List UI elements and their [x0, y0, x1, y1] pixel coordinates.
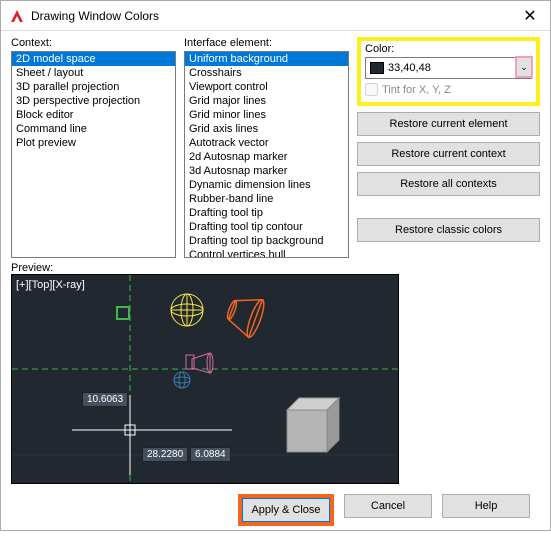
tint-checkbox[interactable] [365, 83, 378, 96]
tooltip-value: 10.6063 [82, 392, 128, 407]
list-item[interactable]: Drafting tool tip contour [185, 220, 348, 234]
tint-checkbox-row[interactable]: Tint for X, Y, Z [365, 83, 532, 96]
list-item[interactable]: Command line [12, 122, 175, 136]
list-item[interactable]: Sheet / layout [12, 66, 175, 80]
coord-x-value: 28.2280 [142, 447, 188, 462]
list-item[interactable]: 3D perspective projection [12, 94, 175, 108]
help-button[interactable]: Help [442, 494, 530, 518]
list-item[interactable]: Drafting tool tip background [185, 234, 348, 248]
color-picker[interactable]: 33,40,48 ⌄ [365, 57, 532, 79]
list-item[interactable]: Control vertices hull [185, 248, 348, 258]
close-icon[interactable]: ✕ [518, 6, 542, 26]
color-value: 33,40,48 [388, 62, 531, 74]
list-item[interactable]: Plot preview [12, 136, 175, 150]
context-column: Context: 2D model space Sheet / layout 3… [11, 37, 176, 258]
dialog-buttons: Apply & Close Cancel Help [11, 494, 540, 526]
tint-label: Tint for X, Y, Z [382, 84, 451, 96]
interface-column: Interface element: Uniform background Cr… [184, 37, 349, 258]
list-item[interactable]: Uniform background [185, 52, 348, 66]
interface-listbox[interactable]: Uniform background Crosshairs Viewport c… [184, 51, 349, 258]
list-item[interactable]: Autotrack vector [185, 136, 348, 150]
list-item[interactable]: Rubber-band line [185, 192, 348, 206]
restore-current-context-button[interactable]: Restore current context [357, 142, 540, 166]
window-title: Drawing Window Colors [31, 9, 518, 23]
list-item[interactable]: Grid major lines [185, 94, 348, 108]
list-item[interactable]: Drafting tool tip [185, 206, 348, 220]
cancel-button[interactable]: Cancel [344, 494, 432, 518]
list-item[interactable]: 3D parallel projection [12, 80, 175, 94]
list-item[interactable]: Crosshairs [185, 66, 348, 80]
restore-classic-colors-button[interactable]: Restore classic colors [357, 218, 540, 242]
apply-button-highlight: Apply & Close [238, 494, 334, 526]
interface-label: Interface element: [184, 37, 349, 49]
color-column: Color: 33,40,48 ⌄ Tint for X, Y, Z Resto… [357, 37, 540, 258]
restore-current-element-button[interactable]: Restore current element [357, 112, 540, 136]
color-label: Color: [365, 43, 532, 55]
list-item[interactable]: 2d Autosnap marker [185, 150, 348, 164]
color-swatch [370, 62, 384, 74]
titlebar: Drawing Window Colors ✕ [1, 1, 550, 31]
restore-all-contexts-button[interactable]: Restore all contexts [357, 172, 540, 196]
list-item[interactable]: Block editor [12, 108, 175, 122]
preview-label: Preview: [11, 262, 540, 274]
coord-y-value: 6.0884 [190, 447, 231, 462]
list-item[interactable]: Viewport control [185, 80, 348, 94]
preview-canvas: [+][Top][X-ray] [11, 274, 399, 484]
list-item[interactable]: 2D model space [12, 52, 175, 66]
color-section-highlight: Color: 33,40,48 ⌄ Tint for X, Y, Z [357, 37, 540, 106]
list-item[interactable]: Grid axis lines [185, 122, 348, 136]
list-item[interactable]: 3d Autosnap marker [185, 164, 348, 178]
list-item[interactable]: Grid minor lines [185, 108, 348, 122]
apply-close-button[interactable]: Apply & Close [242, 498, 330, 522]
context-listbox[interactable]: 2D model space Sheet / layout 3D paralle… [11, 51, 176, 258]
context-label: Context: [11, 37, 176, 49]
chevron-down-icon[interactable]: ⌄ [515, 56, 533, 78]
autocad-logo [9, 8, 25, 24]
list-item[interactable]: Dynamic dimension lines [185, 178, 348, 192]
